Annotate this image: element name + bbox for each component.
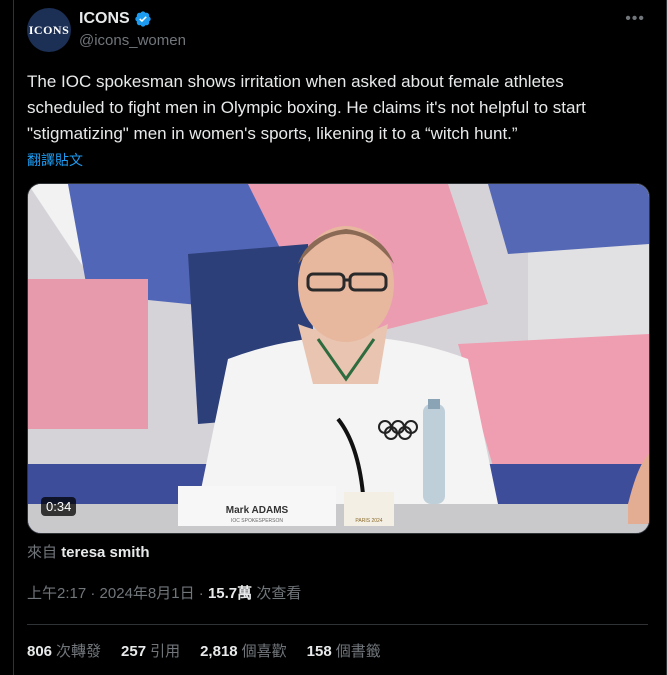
stat-label: 個書籤 xyxy=(335,643,381,660)
handle[interactable]: @icons_women xyxy=(79,32,186,49)
tweet-meta: 上午2:17 · 2024年8月1日 · 15.7萬 次查看 xyxy=(27,582,301,603)
likes-stat[interactable]: 2,818 個喜歡 xyxy=(200,640,287,661)
stat-value: 806 xyxy=(27,643,53,660)
translate-post-link[interactable]: 翻譯貼文 xyxy=(27,150,83,170)
name-row: ICONS xyxy=(79,10,152,28)
stat-label: 個喜歡 xyxy=(241,643,287,660)
nameplate-title: IOC SPOKESPERSON xyxy=(231,518,283,524)
source-author-link[interactable]: teresa smith xyxy=(61,544,149,561)
bookmarks-stat[interactable]: 158 個書籤 xyxy=(307,640,381,661)
verified-badge-icon xyxy=(134,11,151,27)
engagement-stats: 806 次轉發 257 引用 2,818 個喜歡 158 個書籤 xyxy=(27,640,381,661)
view-count-label: 次查看 xyxy=(256,585,302,602)
display-name[interactable]: ICONS xyxy=(79,10,130,28)
source-attribution: 來自 teresa smith xyxy=(27,541,150,562)
video-player[interactable]: Mark ADAMS IOC SPOKESPERSON PARIS 2024 0… xyxy=(27,183,650,534)
source-prefix: 來自 xyxy=(27,544,58,561)
stat-label: 引用 xyxy=(150,643,181,660)
tweet-date[interactable]: 2024年8月1日 xyxy=(100,585,195,602)
avatar[interactable]: ICONS xyxy=(27,8,71,52)
tweet-text: The IOC spokesman shows irritation when … xyxy=(27,72,586,143)
stat-value: 2,818 xyxy=(200,643,238,660)
view-count: 15.7萬 xyxy=(207,585,253,602)
nameplate-name: Mark ADAMS xyxy=(225,505,289,516)
video-frame xyxy=(28,184,649,533)
quotes-stat[interactable]: 257 引用 xyxy=(121,640,180,661)
retweets-stat[interactable]: 806 次轉發 xyxy=(27,640,101,661)
meta-separator: · xyxy=(90,585,96,602)
meta-separator: · xyxy=(198,585,204,602)
paris-2024-label: PARIS 2024 xyxy=(355,518,383,524)
divider xyxy=(27,624,648,625)
stat-value: 158 xyxy=(306,643,332,660)
stat-value: 257 xyxy=(121,643,147,660)
video-duration-badge: 0:34 xyxy=(41,497,77,516)
stat-label: 次轉發 xyxy=(56,643,102,660)
avatar-logo-text: ICONS xyxy=(28,22,70,37)
tweet-header: ICONS ICONS @icons_women ••• xyxy=(27,8,647,52)
more-options-icon[interactable]: ••• xyxy=(625,10,645,28)
tweet-time[interactable]: 上午2:17 xyxy=(27,585,86,602)
